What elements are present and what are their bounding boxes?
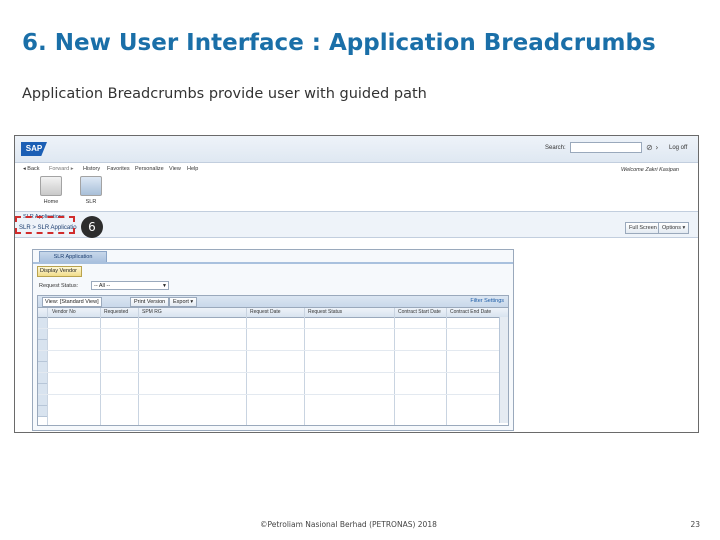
launch-slr-label: SLR [85,199,97,205]
sap-screenshot: SAP Search: ⊘ › Log off ◂ Back Forward ▸… [14,135,699,433]
column-divider [246,308,247,425]
nav-back[interactable]: ◂ Back [23,166,40,172]
slr-icon [80,176,102,196]
nav-bar: ◂ Back Forward ▸ History Favorites Perso… [15,163,698,175]
slr-application-panel: SLR Application Display Vendor Request S… [32,249,514,431]
footer-copyright: ©Petroliam Nasional Berhad (PETRONAS) 20… [260,520,437,529]
breadcrumb-panel: SLR Applications SLR > SLR Applicatio [15,211,698,238]
col-header[interactable]: Contract Start Date [398,309,441,315]
table-scrollbar[interactable] [499,317,508,423]
row-divider [38,328,508,329]
view-select[interactable]: View: [Standard View] [42,297,102,307]
results-table: Vendor No Requested SPM RG Request Date … [37,307,509,426]
export-button[interactable]: Export ▾ [169,297,198,307]
breadcrumb-highlight [15,216,75,234]
launch-home[interactable]: Home [29,176,73,210]
row-selector[interactable] [38,373,47,384]
filter-settings-link[interactable]: Filter Settings [470,298,504,304]
column-divider [446,308,447,425]
home-icon [40,176,62,196]
col-header[interactable]: Contract End Date [450,309,491,315]
row-selector[interactable] [38,406,47,417]
table-header: Vendor No Requested SPM RG Request Date … [38,308,508,318]
options-button[interactable]: Options ▾ [658,222,690,234]
print-version-button[interactable]: Print Version [130,297,170,307]
welcome-text: Welcome Zakri Kasipan [621,167,679,173]
nav-personalize[interactable]: Personalize [135,166,164,172]
log-off-link[interactable]: Log off [669,145,687,151]
tab-underline [33,262,513,264]
col-header[interactable]: Vendor No [52,309,76,315]
row-selector[interactable] [38,351,47,362]
sap-logo: SAP [21,142,47,156]
full-screen-button[interactable]: Full Screen [625,222,661,234]
launch-slr[interactable]: SLR [69,176,113,210]
column-divider [394,308,395,425]
column-divider [47,308,48,425]
col-header[interactable]: Requested [104,309,128,315]
row-divider [38,394,508,395]
slide-subtitle: Application Breadcrumbs provide user wit… [22,86,427,102]
column-divider [100,308,101,425]
slide-title: 6. New User Interface : Application Brea… [22,30,656,56]
launch-home-label: Home [43,199,59,205]
col-header[interactable]: Request Date [250,309,281,315]
row-divider [38,372,508,373]
nav-help[interactable]: Help [187,166,198,172]
search-input[interactable] [570,142,642,153]
column-divider [304,308,305,425]
search-label: Search: [545,145,566,151]
nav-view[interactable]: View [169,166,181,172]
nav-favorites[interactable]: Favorites [107,166,130,172]
col-header[interactable]: SPM RG [142,309,162,315]
nav-forward[interactable]: Forward ▸ [49,166,73,172]
request-status-label: Request Status: [39,283,79,289]
display-vendor-button[interactable]: Display Vendor [37,266,82,277]
chevron-down-icon: ▼ [162,283,167,289]
request-status-value: -- All -- [94,283,111,289]
col-header[interactable]: Request Status [308,309,342,315]
nav-history[interactable]: History [83,166,100,172]
sap-header-bar: SAP Search: ⊘ › Log off [15,136,698,163]
page-number: 23 [690,520,700,529]
search-icon[interactable]: ⊘ › [646,143,658,152]
column-divider [138,308,139,425]
row-divider [38,350,508,351]
callout-badge: 6 [81,216,103,238]
row-selector[interactable] [38,329,47,340]
row-selector[interactable] [38,395,47,406]
request-status-select[interactable]: -- All -- ▼ [91,281,169,290]
